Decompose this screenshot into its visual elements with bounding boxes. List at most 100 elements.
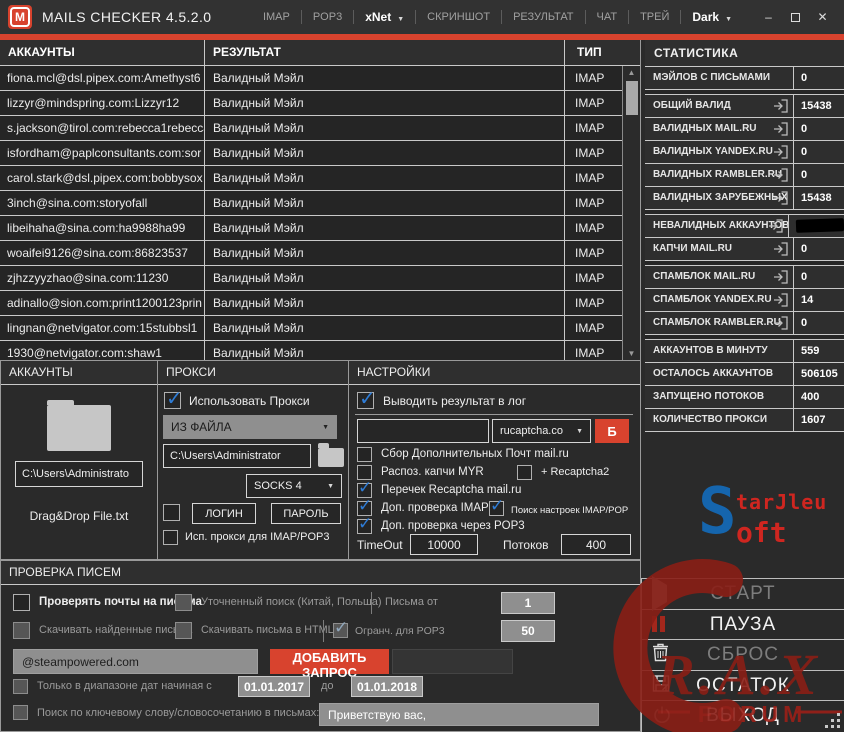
proxy-folder-icon[interactable] (318, 443, 344, 467)
threads-input[interactable] (561, 534, 631, 555)
recaptcha2-checkbox[interactable] (517, 465, 532, 480)
reset-button[interactable]: СБРОС (642, 640, 844, 671)
proxy-path-input[interactable] (163, 444, 311, 468)
close-button[interactable]: ✕ (809, 10, 836, 24)
export-icon[interactable] (768, 218, 784, 234)
export-icon[interactable] (773, 144, 789, 160)
proxy-source-dropdown[interactable]: ИЗ ФАЙЛА ▼ (163, 415, 337, 439)
refined-search-checkbox[interactable] (175, 594, 192, 611)
log-checkbox[interactable]: ✓ (357, 386, 376, 410)
table-row[interactable]: fiona.mcl@dsl.pipex.com:Amethyst6 Валидны… (0, 66, 622, 91)
imap-settings-checkbox[interactable]: ✓ (489, 496, 504, 516)
folder-icon[interactable] (47, 400, 111, 451)
balance-button[interactable]: Б (595, 419, 629, 443)
menu-screenshot[interactable]: СКРИНШОТ (416, 11, 501, 23)
pop3-check-checkbox[interactable]: ✓ (357, 514, 372, 534)
theme-dropdown[interactable]: Dark ▼ (681, 10, 743, 24)
pause-label: ПАУЗА (709, 613, 777, 635)
table-scrollbar[interactable]: ▲ ▼ (622, 66, 640, 360)
query-secondary-button[interactable] (392, 649, 513, 674)
table-row[interactable]: 1930@netvigator.com:shaw1 Валидный Мэйл IM… (0, 341, 622, 360)
menu-pop3[interactable]: POP3 (302, 11, 353, 23)
stat-value: 14 (793, 289, 844, 311)
password-button[interactable]: ПАРОЛЬ (271, 503, 341, 524)
scrollbar-thumb[interactable] (625, 81, 638, 115)
login-button[interactable]: ЛОГИН (192, 503, 256, 524)
captcha-key-input[interactable] (357, 419, 489, 443)
menu-chat[interactable]: ЧАТ (586, 11, 629, 23)
remainder-button[interactable]: ОСТАТОК (642, 671, 844, 702)
table-row[interactable]: libeihaha@sina.com:ha9988ha99 Валидный Мэ… (0, 216, 622, 241)
mails-checker-window: M MAILS CHECKER 4.5.2.0 IMAP POP3 xNet ▼ … (0, 0, 844, 732)
table-row[interactable]: lingnan@netvigator.com:15stubbsl1 Валидны… (0, 316, 622, 341)
table-row[interactable]: isfordham@paplconsultants.com:sor Валидны… (0, 141, 622, 166)
scroll-down-icon[interactable]: ▼ (628, 347, 636, 360)
account-cell: libeihaha@sina.com:ha9988ha99 (7, 221, 186, 235)
chevron-down-icon: ▼ (576, 427, 583, 435)
proxy-imap-pop3-checkbox[interactable] (163, 530, 178, 545)
stat-row: КОЛИЧЕСТВО ПРОКСИ 1607 (645, 409, 844, 432)
download-html-checkbox[interactable] (175, 622, 192, 639)
stat-row: ВАЛИДНЫХ ЗАРУБЕЖНЫХ 15438 (645, 187, 844, 210)
download-letters-checkbox[interactable] (13, 622, 30, 639)
app-title: MAILS CHECKER 4.5.2.0 (42, 9, 212, 25)
minimize-button[interactable]: – (755, 10, 782, 24)
keyword-checkbox[interactable] (13, 705, 28, 720)
timeout-input[interactable] (410, 534, 478, 555)
table-row[interactable]: 3inch@sina.com:storyofall Валидный Мэйл IM… (0, 191, 622, 216)
date-range-checkbox[interactable] (13, 679, 28, 694)
proxy-auth-checkbox[interactable] (163, 504, 180, 521)
collect-mail-checkbox[interactable] (357, 447, 372, 462)
table-row[interactable]: s.jackson@tirol.com:rebecca1rebecca Валид… (0, 116, 622, 141)
maximize-button[interactable] (782, 10, 809, 24)
table-row[interactable]: adinallo@sion.com:print1200123prin Валидн… (0, 291, 622, 316)
query-input[interactable] (13, 649, 258, 674)
pop3-check-label: Доп. проверка через POP3 (381, 520, 525, 532)
resize-grip[interactable] (825, 713, 841, 729)
proxy-imap-pop3-label: Исп. прокси для IMAP/POP3 (185, 531, 330, 543)
proxy-type-dropdown[interactable]: SOCKS 4 ▼ (246, 474, 342, 498)
settings-panel: НАСТРОЙКИ ✓ Выводить результат в лог ruc… (348, 360, 641, 560)
export-icon[interactable] (773, 190, 789, 206)
export-icon[interactable] (773, 121, 789, 137)
date-to-input[interactable] (351, 676, 423, 697)
table-row[interactable]: lizzyr@mindspring.com:Lizzyr12 Валидный М… (0, 91, 622, 116)
use-proxy-checkbox[interactable]: ✓ (164, 386, 183, 410)
stat-value: 400 (793, 386, 844, 408)
menu-result[interactable]: РЕЗУЛЬТАТ (502, 11, 584, 23)
table-row[interactable]: woaifei9126@sina.com:86823537 Валидный Мэ… (0, 241, 622, 266)
export-icon[interactable] (773, 292, 789, 308)
exit-button[interactable]: ВЫХОД (642, 701, 844, 732)
pause-button[interactable]: ПАУЗА (642, 610, 844, 641)
date-from-input[interactable] (238, 676, 310, 697)
captcha-service-dropdown[interactable]: rucaptcha.co ▼ (492, 419, 591, 443)
add-query-button[interactable]: ДОБАВИТЬ ЗАПРОС (270, 649, 389, 680)
table-row[interactable]: carol.stark@dsl.pipex.com:bobbysox Валидн… (0, 166, 622, 191)
letters-from-input[interactable] (501, 592, 555, 614)
accounts-path-input[interactable] (15, 461, 143, 487)
column-header-result[interactable]: РЕЗУЛЬТАТ (204, 40, 564, 65)
export-icon[interactable] (773, 98, 789, 114)
keyword-input[interactable] (319, 703, 599, 726)
scroll-up-icon[interactable]: ▲ (628, 66, 636, 79)
menu-tray[interactable]: ТРЕЙ (629, 11, 680, 23)
column-header-type[interactable]: ТИП (564, 40, 640, 65)
check-mail-checkbox[interactable] (13, 594, 30, 611)
export-icon[interactable] (773, 269, 789, 285)
pop3-limit-input[interactable] (501, 620, 555, 642)
table-row[interactable]: zjhzzyyzhao@sina.com:11230 Валидный Мэйл I… (0, 266, 622, 291)
menu-imap[interactable]: IMAP (252, 11, 301, 23)
type-cell: IMAP (564, 66, 622, 90)
start-button[interactable]: СТАРТ (642, 575, 844, 611)
window-controls: – ✕ (755, 10, 836, 24)
export-icon[interactable] (773, 241, 789, 257)
export-icon[interactable] (773, 315, 789, 331)
menu-xnet-dropdown[interactable]: xNet ▼ (354, 10, 415, 24)
result-cell: Валидный Мэйл (204, 191, 564, 215)
column-header-accounts[interactable]: АККАУНТЫ (0, 40, 204, 65)
row-divider (371, 592, 372, 614)
stat-label: ВАЛИДНЫХ MAIL.RU (653, 123, 757, 134)
export-icon[interactable] (773, 167, 789, 183)
pop3-limit-checkbox[interactable]: ✓ (333, 618, 348, 638)
stat-value: 15438 (793, 95, 844, 117)
